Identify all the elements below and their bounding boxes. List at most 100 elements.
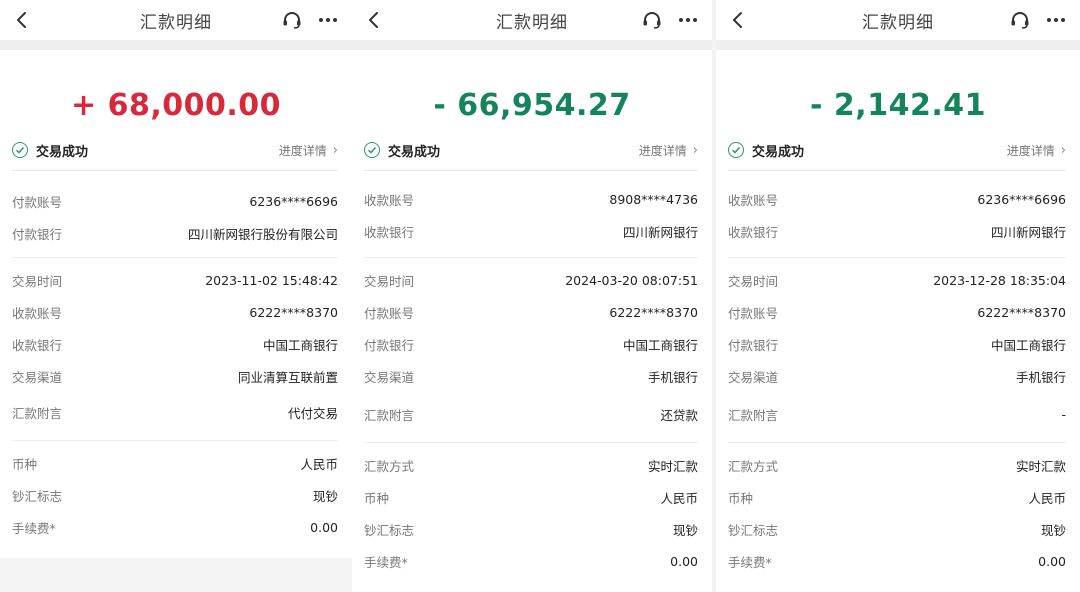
detail-label: 收款账号 [364, 192, 415, 208]
customer-service-button[interactable] [278, 6, 306, 34]
detail-label: 币种 [728, 490, 754, 506]
detail-value: 2024-03-20 08:07:51 [565, 272, 698, 288]
detail-value: 手机银行 [1015, 369, 1066, 385]
detail-value: 2023-12-28 18:35:04 [933, 272, 1066, 288]
detail-value: 6236****6696 [977, 191, 1066, 207]
detail-row: 收款账号 8908****4736 [364, 183, 698, 215]
progress-detail-link[interactable]: 进度详情 › [279, 130, 338, 170]
detail-value: 人民币 [300, 456, 338, 472]
success-check-icon [728, 142, 744, 158]
chevron-right-icon: › [1060, 142, 1066, 158]
detail-value: 人民币 [660, 490, 698, 506]
transaction-amount: + 68,000.00 [71, 88, 281, 123]
transaction-amount: - 2,142.41 [810, 88, 986, 123]
detail-value: 6236****6696 [249, 193, 338, 209]
customer-service-button[interactable] [638, 6, 666, 34]
detail-label: 汇款附言 [364, 407, 415, 423]
back-arrow-icon [17, 12, 26, 28]
detail-row: 手续费* 0.00 [12, 511, 338, 543]
detail-value: 0.00 [670, 553, 698, 569]
back-button[interactable] [8, 4, 36, 36]
detail-row: 交易渠道 手机银行 [728, 360, 1066, 392]
headset-icon [643, 12, 661, 29]
detail-section-2: 交易时间 2023-11-02 15:48:42 收款账号 6222****8370… [12, 258, 338, 432]
back-button[interactable] [360, 4, 388, 36]
transfer-detail-panel-3: 汇款明细 - 2,142.41 交易成功 进度详情 › 收款账号 6236****6… [716, 0, 1080, 592]
detail-section-1: 付款账号 6236****6696 付款银行 四川新网银行股份有限公司 [12, 171, 338, 249]
detail-label: 付款账号 [728, 305, 779, 321]
detail-value: 手机银行 [647, 369, 698, 385]
nav-bar: 汇款明细 [352, 0, 712, 40]
progress-link-label: 进度详情 [638, 143, 687, 158]
detail-label: 汇款方式 [364, 458, 415, 474]
detail-value: 四川新网银行股份有限公司 [187, 226, 338, 242]
detail-value: 6222****8370 [609, 304, 698, 320]
detail-label: 付款账号 [364, 305, 415, 321]
detail-row: 钞汇标志 现钞 [12, 479, 338, 511]
screenshot-collage: 汇款明细 + 68,000.00 交易成功 进度详情 › 付款账号 6236****… [0, 0, 1080, 592]
detail-label: 交易时间 [12, 273, 63, 289]
detail-label: 钞汇标志 [12, 488, 63, 504]
chevron-right-icon: › [692, 142, 698, 158]
detail-value: 中国工商银行 [990, 337, 1066, 353]
detail-label: 交易渠道 [728, 369, 779, 385]
transaction-status: 交易成功 [752, 144, 805, 160]
progress-detail-link[interactable]: 进度详情 › [639, 130, 698, 170]
back-arrow-icon [369, 12, 378, 28]
detail-label: 交易时间 [728, 273, 779, 289]
detail-section-2: 交易时间 2023-12-28 18:35:04 付款账号 6222****8370… [728, 258, 1066, 436]
amount-area: - 66,954.27 [352, 50, 712, 130]
more-menu-button[interactable] [314, 6, 342, 34]
headset-icon [1011, 12, 1029, 29]
customer-service-button[interactable] [1006, 6, 1034, 34]
amount-area: - 2,142.41 [716, 50, 1080, 130]
detail-label: 汇款附言 [12, 405, 63, 421]
detail-label: 交易时间 [364, 273, 415, 289]
detail-label: 币种 [12, 456, 38, 472]
detail-row: 交易时间 2023-11-02 15:48:42 [12, 264, 338, 296]
detail-label: 币种 [364, 490, 390, 506]
detail-value: 0.00 [310, 519, 338, 535]
detail-row: 收款银行 四川新网银行 [728, 215, 1066, 247]
progress-detail-link[interactable]: 进度详情 › [1007, 130, 1066, 170]
more-menu-button[interactable] [674, 6, 702, 34]
detail-value: 代付交易 [287, 405, 338, 421]
detail-row: 付款银行 中国工商银行 [728, 328, 1066, 360]
chevron-right-icon: › [332, 142, 338, 158]
detail-value: 四川新网银行 [990, 224, 1066, 240]
detail-value: 还贷款 [660, 407, 698, 423]
detail-label: 收款账号 [728, 192, 779, 208]
detail-value: 实时汇款 [647, 458, 698, 474]
detail-section-1: 收款账号 6236****6696 收款银行 四川新网银行 [728, 171, 1066, 247]
detail-row: 付款账号 6222****8370 [364, 296, 698, 328]
progress-link-label: 进度详情 [278, 143, 327, 158]
detail-value: 6222****8370 [977, 304, 1066, 320]
detail-row: 汇款方式 实时汇款 [728, 449, 1066, 481]
detail-value: 现钞 [312, 488, 338, 504]
detail-row: 付款银行 中国工商银行 [364, 328, 698, 360]
detail-value: - [1061, 406, 1066, 422]
status-row: 交易成功 进度详情 › [12, 130, 338, 171]
detail-section-3: 汇款方式 实时汇款 币种 人民币 钞汇标志 现钞 手续费* 0.00 [728, 443, 1066, 577]
detail-label: 收款账号 [12, 305, 63, 321]
detail-row: 交易渠道 同业清算互联前置 [12, 360, 338, 392]
page-title: 汇款明细 [496, 12, 568, 33]
detail-value: 同业清算互联前置 [237, 369, 338, 385]
detail-label: 付款银行 [364, 337, 415, 353]
transaction-status: 交易成功 [36, 144, 89, 160]
detail-label: 手续费* [12, 520, 56, 536]
more-dots-icon [679, 18, 683, 22]
detail-label: 交易渠道 [12, 369, 63, 385]
detail-row: 付款账号 6236****6696 [12, 185, 338, 217]
back-button[interactable] [724, 4, 752, 36]
detail-row: 付款账号 6222****8370 [728, 296, 1066, 328]
detail-value: 6222****8370 [249, 304, 338, 320]
more-menu-button[interactable] [1042, 6, 1070, 34]
nav-separator [352, 40, 712, 50]
detail-row: 手续费* 0.00 [728, 545, 1066, 577]
detail-label: 手续费* [364, 554, 408, 570]
detail-label: 付款账号 [12, 194, 63, 210]
detail-section-2: 交易时间 2024-03-20 08:07:51 付款账号 6222****8370… [364, 258, 698, 436]
detail-row: 交易时间 2024-03-20 08:07:51 [364, 264, 698, 296]
detail-label: 钞汇标志 [728, 522, 779, 538]
